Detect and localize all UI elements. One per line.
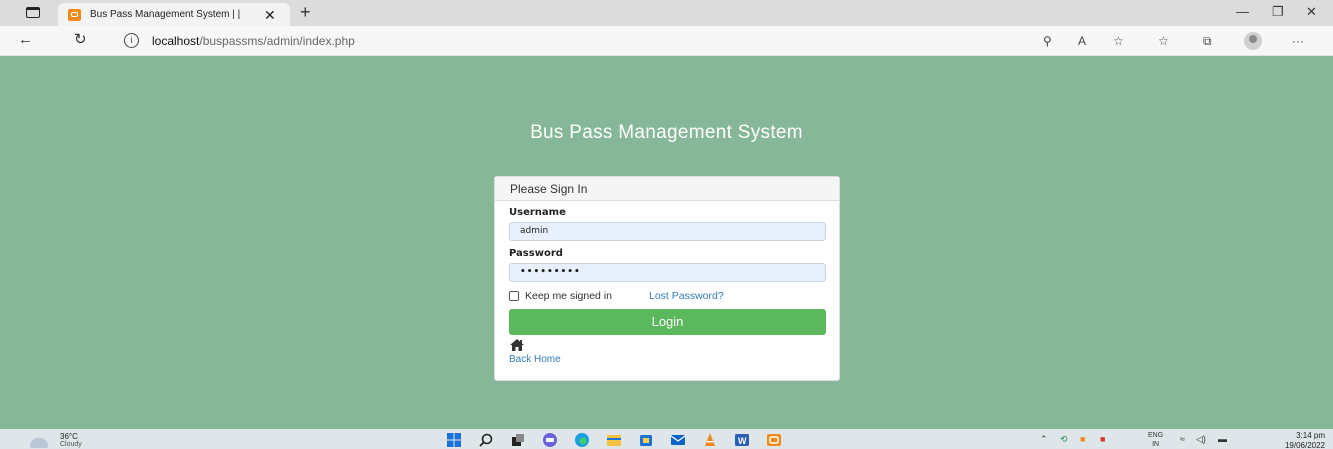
task-view-icon[interactable] xyxy=(510,432,526,448)
tray-sync-icon[interactable]: ⟲ xyxy=(1060,433,1068,445)
clock[interactable]: 3:14 pm 19/06/2022 xyxy=(1285,431,1325,449)
add-favorite-icon[interactable]: ☆ xyxy=(1113,33,1124,49)
login-button[interactable]: Login xyxy=(509,309,826,335)
remember-checkbox[interactable] xyxy=(509,291,519,301)
tab-close-button[interactable]: ✕ xyxy=(264,8,276,22)
profile-icon[interactable] xyxy=(1244,32,1262,50)
xampp-icon[interactable] xyxy=(766,432,782,448)
tab-switcher-icon[interactable] xyxy=(26,7,40,18)
tray-xampp-icon[interactable]: ■ xyxy=(1080,433,1085,445)
username-field[interactable]: admin xyxy=(509,222,826,241)
close-window-button[interactable]: ✕ xyxy=(1306,4,1317,20)
page-title: Bus Pass Management System xyxy=(530,122,803,143)
weather-icon[interactable] xyxy=(30,438,48,448)
store-icon[interactable] xyxy=(638,432,654,448)
chat-icon[interactable] xyxy=(542,432,558,448)
username-label: Username xyxy=(509,207,566,218)
vlc-icon[interactable] xyxy=(702,432,718,448)
tab-title: Bus Pass Management System | | xyxy=(90,9,241,20)
weather-condition[interactable]: Cloudy xyxy=(60,441,82,448)
wifi-icon[interactable]: ≈ xyxy=(1180,433,1185,445)
refresh-icon[interactable]: ↻ xyxy=(74,31,87,49)
browser-tab-bar: Bus Pass Management System | | ✕ + — ❐ ✕ xyxy=(0,0,1333,26)
svg-text:W: W xyxy=(738,436,747,446)
back-home-link[interactable]: Back Home xyxy=(509,354,825,365)
edge-icon[interactable] xyxy=(574,432,590,448)
remember-label[interactable]: Keep me signed in xyxy=(525,290,612,302)
key-icon[interactable]: ⚲ xyxy=(1043,33,1052,49)
favorites-icon[interactable]: ☆ xyxy=(1158,33,1169,49)
remember-row: Keep me signed in Lost Password? xyxy=(509,289,825,303)
browser-tab-active[interactable]: Bus Pass Management System | | ✕ xyxy=(58,3,290,26)
language-indicator[interactable]: ENG IN xyxy=(1148,431,1163,449)
search-icon[interactable] xyxy=(478,432,494,448)
home-icon[interactable] xyxy=(509,338,525,352)
panel-heading: Please Sign In xyxy=(495,177,839,201)
collections-icon[interactable]: ⧉ xyxy=(1203,33,1212,49)
back-icon[interactable]: ← xyxy=(18,31,33,49)
tray-record-icon[interactable]: ■ xyxy=(1100,433,1105,445)
volume-icon[interactable]: ◁) xyxy=(1196,433,1206,445)
folder-icon[interactable] xyxy=(606,432,622,448)
address-bar[interactable]: i localhost/buspassms/admin/index.php xyxy=(110,30,1040,52)
password-field[interactable]: ••••••••• xyxy=(509,263,826,282)
login-form: Username admin Password ••••••••• Keep m… xyxy=(495,201,839,365)
url-text[interactable]: localhost/buspassms/admin/index.php xyxy=(152,34,355,48)
login-panel: Please Sign In Username admin Password •… xyxy=(494,176,840,381)
read-aloud-icon[interactable]: A xyxy=(1078,33,1086,49)
show-hidden-icons[interactable]: ⌃ xyxy=(1040,433,1048,445)
weather-temperature[interactable]: 36°C xyxy=(60,432,78,441)
restore-button[interactable]: ❐ xyxy=(1272,4,1284,20)
address-bar-row: ← ↻ i localhost/buspassms/admin/index.ph… xyxy=(0,26,1333,56)
lost-password-link[interactable]: Lost Password? xyxy=(649,290,724,302)
password-label: Password xyxy=(509,248,563,259)
windows-start-icon[interactable] xyxy=(446,432,462,448)
more-options-icon[interactable]: ··· xyxy=(1292,33,1304,49)
new-tab-button[interactable]: + xyxy=(300,2,311,22)
battery-icon[interactable]: ▬ xyxy=(1218,433,1227,445)
info-icon[interactable]: i xyxy=(124,33,139,48)
favicon-icon xyxy=(68,8,81,21)
minimize-button[interactable]: — xyxy=(1236,4,1249,20)
word-icon[interactable]: W xyxy=(734,432,750,448)
taskbar: 36°C Cloudy W ⌃ ⟲ ■ ■ ENGIN ≈ ◁) ▬ 3:14 xyxy=(0,429,1333,449)
mail-icon[interactable] xyxy=(670,432,686,448)
